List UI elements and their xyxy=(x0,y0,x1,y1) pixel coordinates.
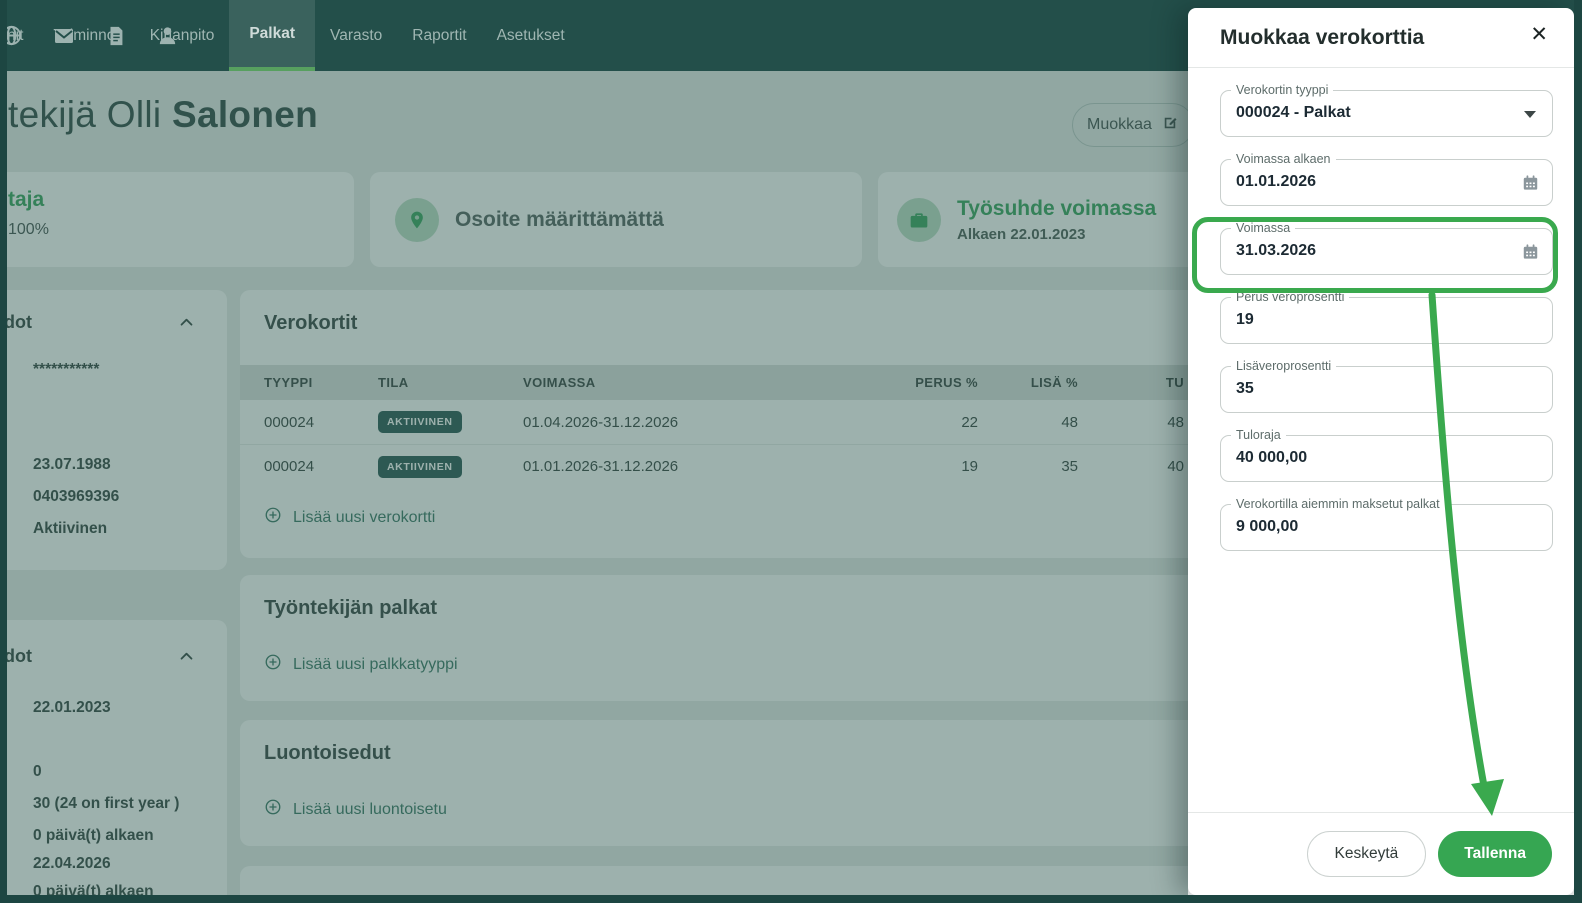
nav-icon-group xyxy=(0,0,179,71)
field-label: Verokortin tyyppi xyxy=(1231,83,1334,97)
calendar-icon[interactable] xyxy=(1521,242,1540,266)
nav-item-asetukset[interactable]: Asetukset xyxy=(482,0,580,71)
nav-item-palkat[interactable]: Palkat xyxy=(229,0,316,71)
mail-icon[interactable] xyxy=(52,24,76,48)
field-value: 01.01.2026 xyxy=(1236,173,1317,190)
close-icon[interactable]: ✕ xyxy=(1530,22,1548,47)
voimassa-alkaen-input[interactable]: Voimassa alkaen 01.01.2026 xyxy=(1220,152,1553,206)
field-label: Verokortilla aiemmin maksetut palkat xyxy=(1231,497,1445,511)
aiemmin-maksetut-palkat-input[interactable]: Verokortilla aiemmin maksetut palkat 9 0… xyxy=(1220,497,1553,551)
modal-footer: Keskeytä Tallenna xyxy=(1188,812,1574,895)
chevron-down-icon xyxy=(1524,111,1536,118)
modal-scrim[interactable] xyxy=(0,71,1188,903)
verokortin-tyyppi-select[interactable]: Verokortin tyyppi 000024 - Palkat xyxy=(1220,83,1553,137)
field-value: 35 xyxy=(1236,380,1254,397)
app-window: tekijä Olli Salonen Muokkaa taja 100% Os… xyxy=(0,0,1582,903)
nav-item-raportit[interactable]: Raportit xyxy=(397,0,481,71)
field-label: Lisäveroprosentti xyxy=(1231,359,1337,373)
lisaveroprosentti-input[interactable]: Lisäveroprosentti 35 xyxy=(1220,359,1553,413)
save-button[interactable]: Tallenna xyxy=(1438,831,1552,877)
cancel-button[interactable]: Keskeytä xyxy=(1306,831,1427,877)
tuloraja-input[interactable]: Tuloraja 40 000,00 xyxy=(1220,428,1553,482)
field-value: 40 000,00 xyxy=(1236,449,1308,466)
field-value: 19 xyxy=(1236,311,1254,328)
perus-veroprosentti-input[interactable]: Perus veroprosentti 19 xyxy=(1220,290,1553,344)
field-label: Perus veroprosentti xyxy=(1231,290,1350,304)
document-icon[interactable] xyxy=(105,25,127,47)
modal-body: Verokortin tyyppi 000024 - Palkat Voimas… xyxy=(1188,68,1574,551)
field-value: 31.03.2026 xyxy=(1236,242,1317,259)
user-icon[interactable] xyxy=(156,24,179,47)
field-label: Voimassa xyxy=(1231,221,1296,235)
modal-title: Muokkaa verokorttia xyxy=(1220,26,1425,49)
globe-icon[interactable] xyxy=(0,24,23,47)
field-value: 9 000,00 xyxy=(1236,518,1299,535)
field-label: Tuloraja xyxy=(1231,428,1286,442)
calendar-icon[interactable] xyxy=(1521,173,1540,197)
edit-verokortti-modal: Muokkaa verokorttia ✕ Verokortin tyyppi … xyxy=(1188,8,1574,895)
field-value: 000024 - Palkat xyxy=(1236,104,1351,121)
modal-header: Muokkaa verokorttia ✕ xyxy=(1188,8,1574,68)
nav-item-varasto[interactable]: Varasto xyxy=(315,0,397,71)
field-label: Voimassa alkaen xyxy=(1231,152,1336,166)
voimassa-input[interactable]: Voimassa 31.03.2026 xyxy=(1220,221,1553,275)
